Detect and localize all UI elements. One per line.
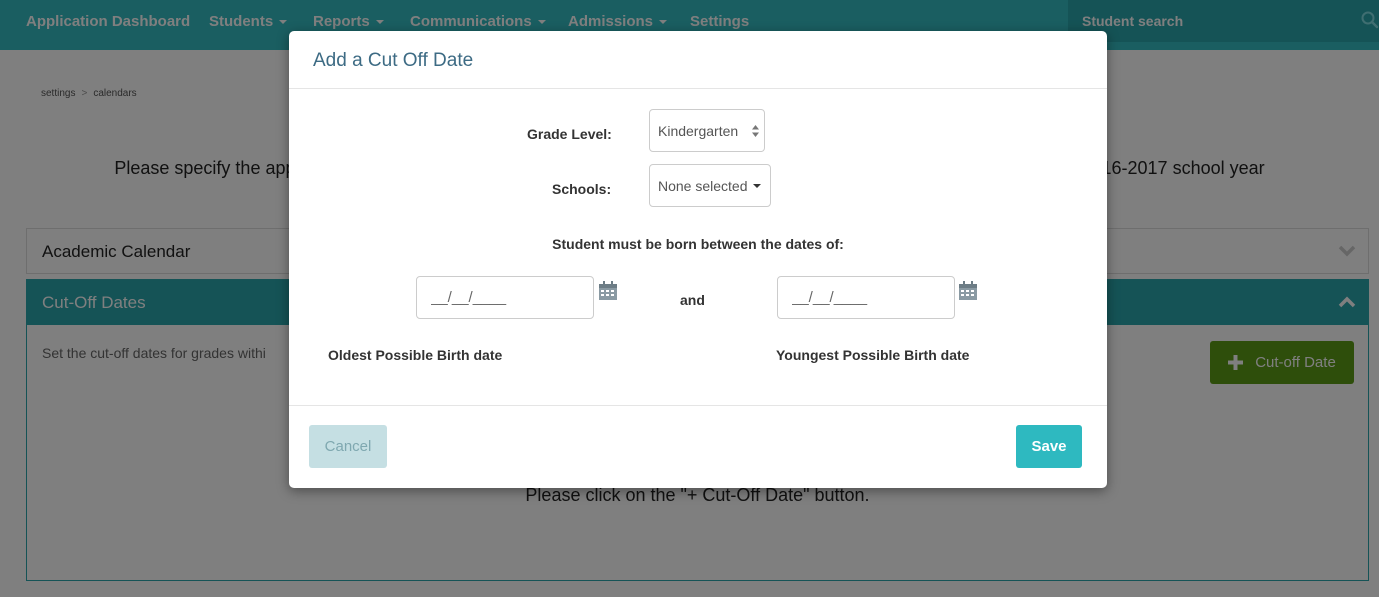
modal-title: Add a Cut Off Date: [313, 50, 474, 71]
add-cutoff-date-modal: Add a Cut Off Date Grade Level: Kinderga…: [289, 31, 1107, 488]
cancel-button[interactable]: Cancel: [309, 425, 387, 468]
schools-value: None selected: [658, 177, 748, 194]
oldest-birth-date-label: Oldest Possible Birth date: [328, 347, 503, 363]
calendar-icon[interactable]: [598, 281, 618, 301]
schools-label: Schools:: [552, 181, 612, 197]
oldest-birth-date-input[interactable]: [416, 276, 594, 319]
born-between-label: Student must be born between the dates o…: [552, 236, 844, 252]
youngest-birth-date-input[interactable]: [777, 276, 955, 319]
youngest-birth-date-label: Youngest Possible Birth date: [776, 347, 970, 363]
grade-level-value: Kindergarten: [658, 122, 739, 139]
and-label: and: [680, 292, 705, 308]
select-updown-icon: [752, 125, 759, 137]
schools-multiselect[interactable]: None selected: [649, 164, 771, 207]
caret-down-icon: [752, 183, 761, 188]
calendar-icon[interactable]: [958, 281, 978, 301]
modal-header-divider: [289, 88, 1107, 89]
save-button[interactable]: Save: [1016, 425, 1082, 468]
modal-footer-divider: [289, 405, 1107, 406]
grade-level-label: Grade Level:: [527, 126, 612, 142]
grade-level-select[interactable]: Kindergarten: [649, 109, 765, 152]
